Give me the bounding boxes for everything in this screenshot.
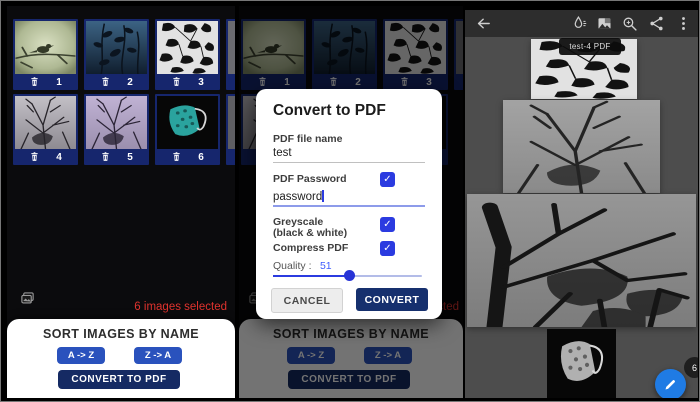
- thumbnail-bar: 4: [13, 149, 78, 165]
- sort-za-button[interactable]: Z -> A: [134, 347, 182, 364]
- thumbnail-number: 1: [56, 77, 62, 88]
- sort-bottom-sheet: SORT IMAGES BY NAME A -> Z Z -> A CONVER…: [7, 319, 235, 398]
- gallery-screen-panel: 1 2 3 4: [7, 6, 235, 398]
- pdf-password-input[interactable]: password: [273, 190, 324, 203]
- edit-fab[interactable]: [655, 369, 686, 398]
- pdf-page-gray-mask: [547, 329, 616, 398]
- delete-image-icon[interactable]: [29, 76, 40, 88]
- compress-pdf-label: Compress PDF: [273, 242, 348, 254]
- thumbnail-cell-5[interactable]: 5: [84, 94, 149, 165]
- pdf-password-label: PDF Password: [273, 173, 347, 185]
- checkmark-icon: ✓: [383, 219, 391, 230]
- convert-dialog-panel: 1 2 3 6 images selected: [239, 6, 463, 398]
- overflow-menu-icon[interactable]: [675, 15, 692, 32]
- delete-image-icon[interactable]: [100, 76, 111, 88]
- sort-sheet-title: SORT IMAGES BY NAME: [7, 327, 235, 341]
- thumbnail-number: 3: [198, 77, 204, 88]
- greyscale-checkbox[interactable]: ✓: [380, 217, 395, 232]
- delete-image-icon[interactable]: [171, 151, 182, 163]
- thumbnail-cell-2[interactable]: 2: [84, 19, 149, 90]
- thumbnail-number: 2: [127, 77, 133, 88]
- thumbnail-image-gray-branches: [15, 96, 76, 149]
- thumbnail-image-clipped: [228, 96, 235, 149]
- pdf-page-gray-branches: [503, 100, 660, 193]
- thumbnail-bar: 1: [13, 74, 78, 90]
- checkmark-icon: ✓: [383, 174, 391, 185]
- viewer-toolbar: [465, 10, 698, 37]
- greyscale-sublabel: (black & white): [273, 227, 347, 239]
- pdf-page-trees: [467, 194, 696, 327]
- thumbnail-number: 4: [56, 152, 62, 163]
- quality-slider[interactable]: [273, 270, 422, 282]
- thumbnail-image-teal-mask: [157, 96, 218, 149]
- delete-image-icon[interactable]: [100, 151, 111, 163]
- text-cursor: [322, 190, 324, 202]
- thumbnail-image-bird: [15, 21, 76, 74]
- convert-to-pdf-dialog: Convert to PDF PDF file name test PDF Pa…: [256, 89, 442, 319]
- thumbnail-image-blue-leaves: [86, 21, 147, 74]
- file-name-underline: [273, 162, 425, 163]
- compress-pdf-checkbox[interactable]: ✓: [380, 241, 395, 256]
- thumbnail-image-bw-leaves: [157, 21, 218, 74]
- thumbnail-cell-4[interactable]: 4: [13, 94, 78, 165]
- pdf-pages-scroll-area[interactable]: test-4 PDF 6: [465, 37, 698, 398]
- delete-image-icon[interactable]: [171, 76, 182, 88]
- pdf-viewer-panel: test-4 PDF 6: [465, 6, 698, 398]
- images-selected-text: 6 images selected: [134, 301, 227, 313]
- thumbnail-cell-6[interactable]: 6: [155, 94, 220, 165]
- pdf-file-name-label: PDF file name: [273, 133, 342, 145]
- pdf-file-name-input[interactable]: test: [273, 147, 292, 159]
- password-underline: [273, 205, 425, 207]
- ink-drop-icon[interactable]: [571, 15, 588, 32]
- cancel-button[interactable]: CANCEL: [271, 288, 343, 313]
- share-icon[interactable]: [648, 15, 665, 32]
- photo-library-icon[interactable]: [19, 291, 36, 306]
- image-view-icon[interactable]: [596, 15, 613, 32]
- thumbnail-cell-1[interactable]: 1: [13, 19, 78, 90]
- back-icon[interactable]: [475, 15, 492, 32]
- delete-image-icon[interactable]: [29, 151, 40, 163]
- thumbnail-bar: 3: [155, 74, 220, 90]
- thumbnail-cell-clipped: [226, 94, 235, 165]
- checkmark-icon: ✓: [383, 243, 391, 254]
- slider-fill: [273, 275, 349, 277]
- thumbnail-number: 6: [198, 152, 204, 163]
- sort-az-button[interactable]: A -> Z: [57, 347, 105, 364]
- thumbnail-number: 5: [127, 152, 133, 163]
- search-icon[interactable]: [621, 15, 638, 32]
- thumbnail-bar: 2: [84, 74, 149, 90]
- convert-to-pdf-button[interactable]: CONVERT TO PDF: [58, 370, 180, 389]
- convert-button[interactable]: CONVERT: [356, 288, 428, 311]
- pdf-password-checkbox[interactable]: ✓: [380, 172, 395, 187]
- dialog-title: Convert to PDF: [273, 102, 386, 120]
- thumbnail-image-purple-branches: [86, 96, 147, 149]
- thumbnail-bar: 6: [155, 149, 220, 165]
- page-count-badge: 6: [684, 357, 698, 378]
- thumbnail-cell-3[interactable]: 3: [155, 19, 220, 90]
- screenshot-root: 1 2 3 4: [0, 0, 700, 402]
- thumbnail-image-clipped: [228, 21, 235, 74]
- slider-thumb[interactable]: [344, 270, 355, 281]
- thumbnail-bar: 5: [84, 149, 149, 165]
- thumbnail-cell-clipped: [226, 19, 235, 90]
- pencil-icon: [663, 377, 678, 392]
- file-name-toast: test-4 PDF: [559, 38, 621, 55]
